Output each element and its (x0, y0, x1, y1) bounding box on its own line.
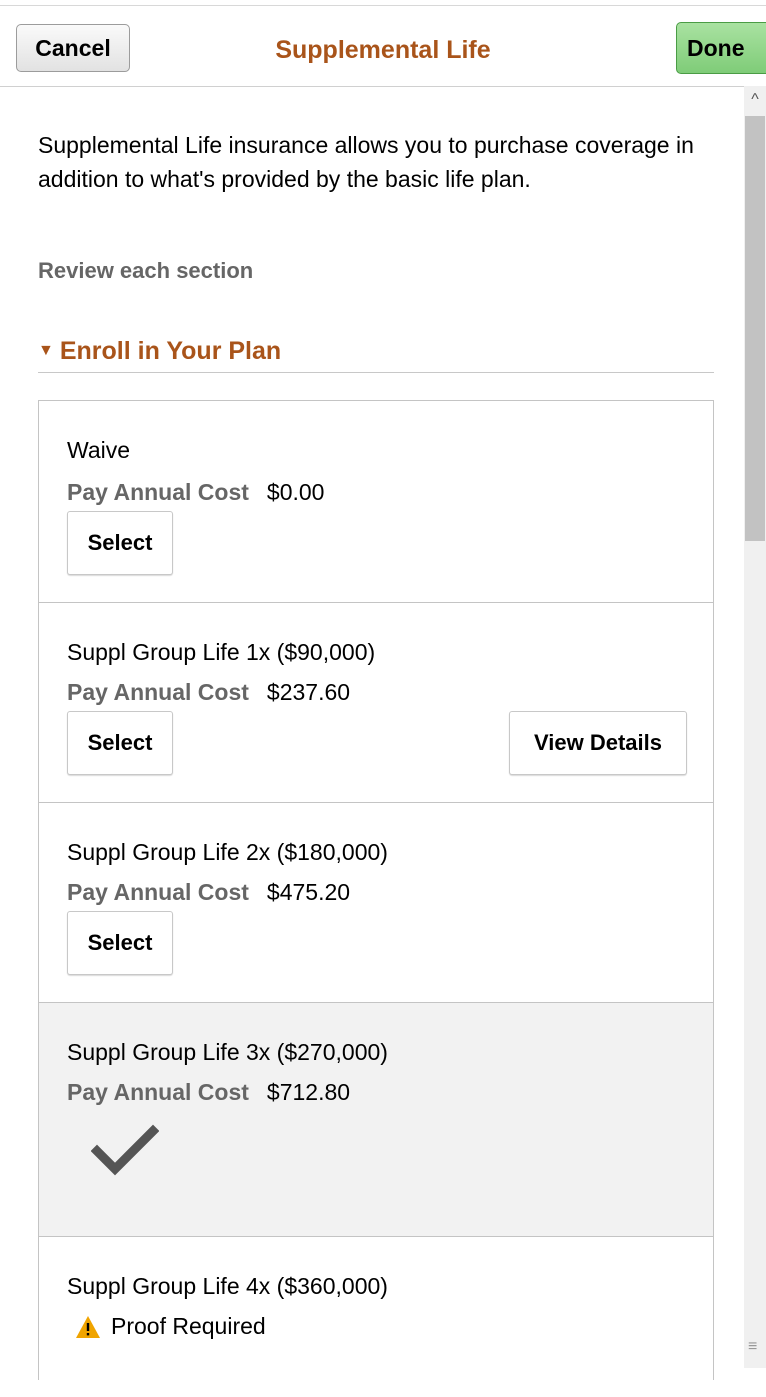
cost-value: $712.80 (266, 1079, 351, 1105)
plan-card-waive: Waive Pay Annual Cost $0.00 Select (39, 401, 713, 603)
checkmark-icon (91, 1124, 159, 1176)
proof-required: Proof Required (75, 1313, 266, 1340)
scroll-up-icon[interactable]: ^ (744, 90, 766, 110)
select-button[interactable]: Select (67, 711, 173, 775)
plan-cost-line: Pay Annual Cost $0.00 (67, 479, 324, 506)
scrollbar-thumb[interactable] (745, 116, 765, 541)
cost-label: Pay Annual Cost (67, 879, 249, 905)
plan-card-4x: Suppl Group Life 4x ($360,000) Proof Req… (39, 1237, 713, 1397)
chevron-down-icon: ▼ (38, 342, 54, 359)
cost-label: Pay Annual Cost (67, 479, 249, 505)
warning-icon (76, 1315, 100, 1338)
cost-label: Pay Annual Cost (67, 1079, 249, 1105)
plan-name: Suppl Group Life 2x ($180,000) (67, 839, 388, 865)
plan-cost-line: Pay Annual Cost $712.80 (67, 1079, 350, 1106)
plan-name: Suppl Group Life 4x ($360,000) (67, 1273, 388, 1299)
plan-name: Suppl Group Life 1x ($90,000) (67, 639, 376, 665)
plan-name: Waive (67, 437, 131, 463)
cost-label: Pay Annual Cost (67, 679, 249, 705)
resize-grip-icon: ≡ (748, 1338, 758, 1355)
plan-card-1x: Suppl Group Life 1x ($90,000) Pay Annual… (39, 603, 713, 803)
plan-cost-line: Pay Annual Cost $237.60 (67, 679, 350, 706)
header: Cancel Supplemental Life Done (0, 0, 766, 87)
view-details-button[interactable]: View Details (509, 711, 687, 775)
plan-card-3x-selected: Suppl Group Life 3x ($270,000) Pay Annua… (39, 1003, 713, 1237)
plan-cost-line: Pay Annual Cost $475.20 (67, 879, 350, 906)
plan-list: Waive Pay Annual Cost $0.00 Select Suppl … (38, 400, 714, 1380)
section-enroll-header[interactable]: ▼ Enroll in Your Plan (38, 330, 714, 373)
top-divider (0, 5, 766, 6)
review-label: Review each section (38, 258, 254, 283)
select-button[interactable]: Select (67, 911, 173, 975)
page-title: Supplemental Life (275, 36, 491, 64)
cost-value: $475.20 (266, 879, 351, 905)
done-button[interactable]: Done (676, 22, 766, 74)
select-button[interactable]: Select (67, 511, 173, 575)
cost-value: $237.60 (266, 679, 351, 705)
plan-name: Suppl Group Life 3x ($270,000) (67, 1039, 388, 1065)
plan-card-2x: Suppl Group Life 2x ($180,000) Pay Annua… (39, 803, 713, 1003)
cost-value: $0.00 (266, 479, 325, 505)
section-title: Enroll in Your Plan (59, 336, 282, 365)
proof-required-label: Proof Required (111, 1313, 266, 1339)
intro-text: Supplemental Life insurance allows you t… (38, 132, 694, 192)
